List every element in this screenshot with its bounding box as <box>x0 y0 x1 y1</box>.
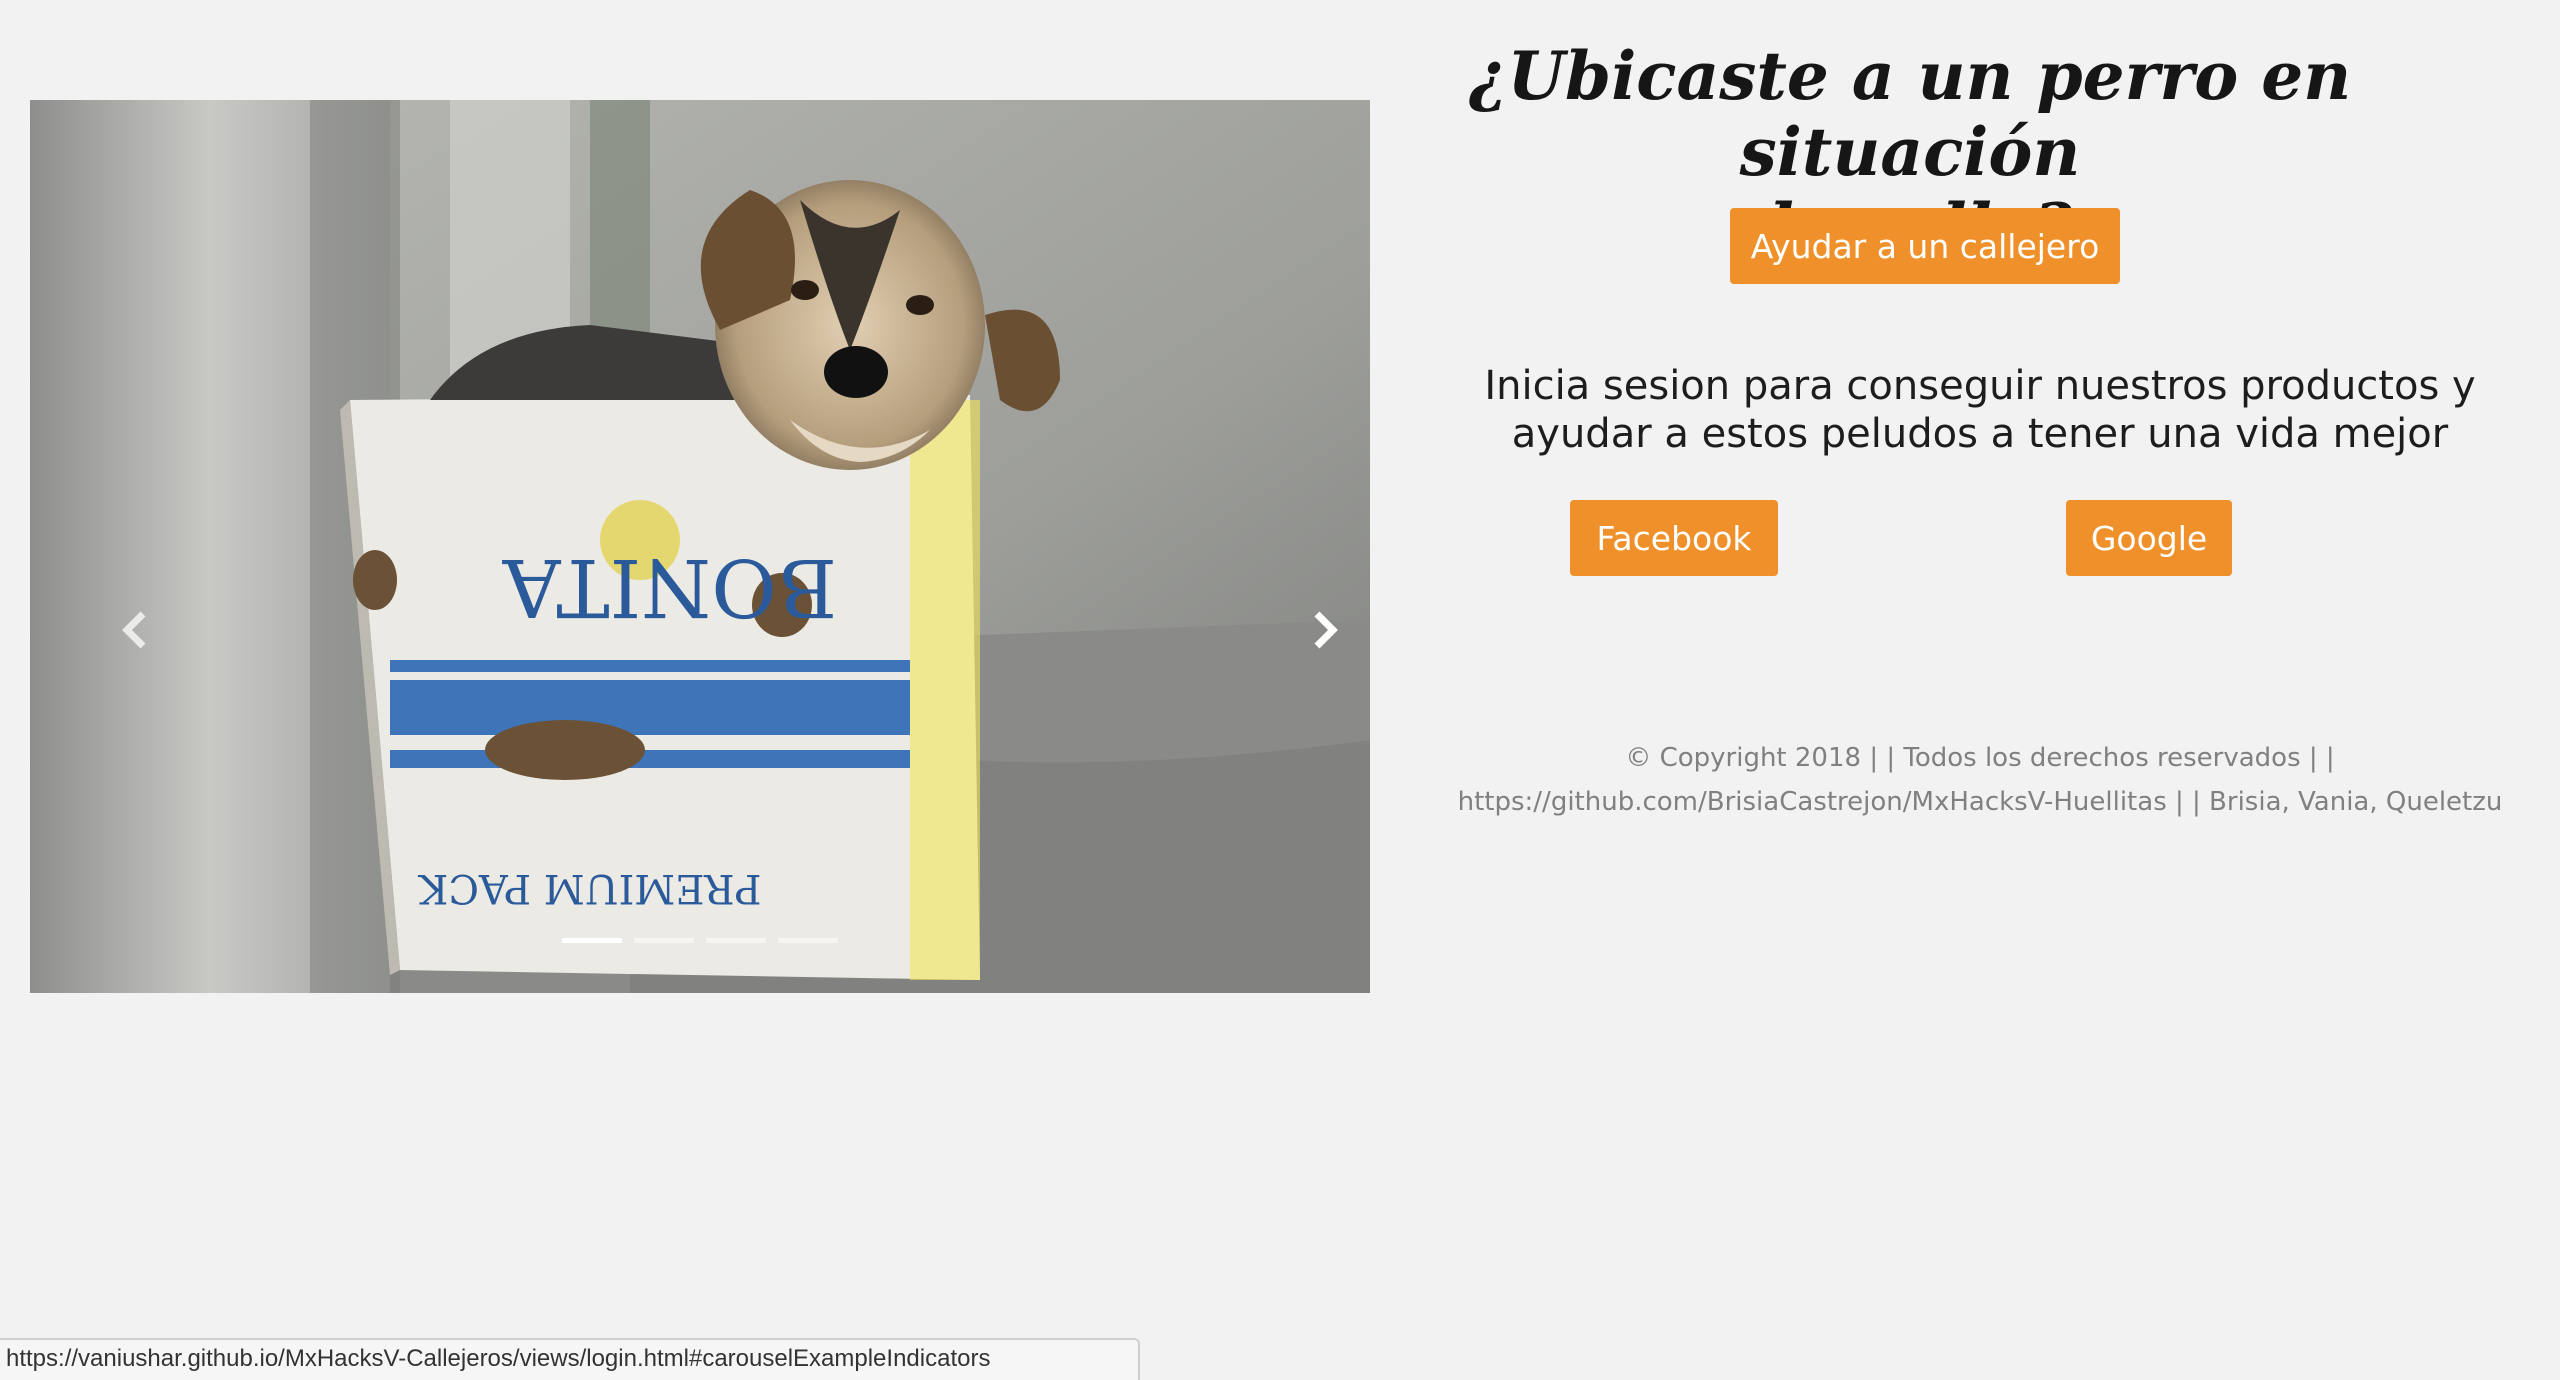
login-prompt-line-2: ayudar a estos peludos a tener una vida … <box>1511 411 2449 457</box>
carousel-indicator-2[interactable] <box>634 938 694 943</box>
help-stray-button[interactable]: Ayudar a un callejero <box>1730 208 2120 284</box>
carousel-indicators <box>30 938 1370 943</box>
carousel-indicator-1[interactable] <box>562 938 622 943</box>
carousel-next-control[interactable] <box>1295 600 1355 660</box>
page: BONITA PREMIUM PACK ¿Ubicaste a un perro… <box>0 0 2560 1380</box>
box-pack-text: PREMIUM PACK <box>417 865 761 911</box>
box-brand-text: BONITA <box>502 541 837 634</box>
dog-in-box-photo: BONITA PREMIUM PACK <box>30 100 1370 993</box>
footer-copyright: © Copyright 2018 | | Todos los derechos … <box>1440 736 2520 824</box>
chevron-left-icon <box>122 611 146 649</box>
image-carousel[interactable]: BONITA PREMIUM PACK <box>30 100 1370 993</box>
carousel-indicator-4[interactable] <box>778 938 838 943</box>
google-login-button[interactable]: Google <box>2066 500 2232 576</box>
footer-line-2: https://github.com/BrisiaCastrejon/MxHac… <box>1457 787 2503 817</box>
browser-status-bar: https://vaniushar.github.io/MxHacksV-Cal… <box>0 1338 1140 1380</box>
footer-line-1: © Copyright 2018 | | Todos los derechos … <box>1625 743 2335 773</box>
facebook-login-button[interactable]: Facebook <box>1570 500 1778 576</box>
carousel-prev-control[interactable] <box>105 600 165 660</box>
login-prompt: Inicia sesion para conseguir nuestros pr… <box>1440 362 2520 458</box>
chevron-right-icon <box>1314 611 1338 649</box>
headline-line-1: ¿Ubicaste a un perro en situación <box>1468 37 2352 191</box>
login-prompt-line-1: Inicia sesion para conseguir nuestros pr… <box>1484 363 2476 409</box>
carousel-indicator-3[interactable] <box>706 938 766 943</box>
